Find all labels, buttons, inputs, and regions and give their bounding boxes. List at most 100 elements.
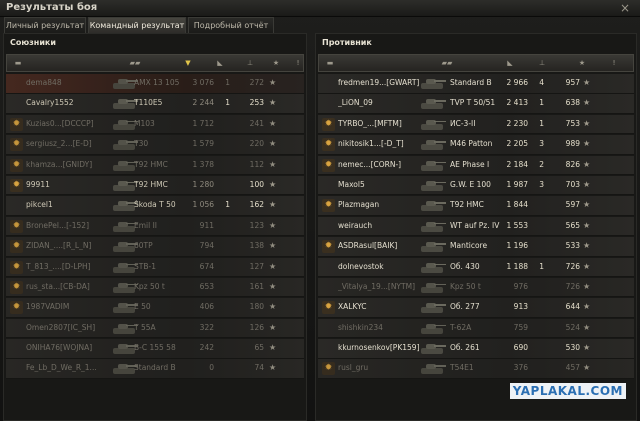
table-row[interactable]: kkurnosenkov[PK159] Об. 261 690 530 ★ (318, 339, 634, 359)
player-name[interactable]: _Vitalya_19...[NYTM] (338, 282, 430, 291)
table-row[interactable]: ✹ ZIDAN_....[R_L_N] 60TP 794 138 ★ (6, 237, 304, 257)
table-row[interactable]: ✹ Plazmagan T92 HMC 1 844 597 ★ (318, 196, 634, 216)
damage-icon[interactable]: ◣ (215, 59, 225, 68)
xp-star-icon: ★ (583, 179, 591, 189)
sort-arrow-icon[interactable]: ▼ (183, 59, 193, 68)
player-name[interactable]: rusl_gru (338, 363, 430, 372)
table-row[interactable]: ✹ rus_sta...[CB-DA] Kpz 50 t 653 161 ★ (6, 277, 304, 298)
vehicle-column-icon[interactable]: ▰▰ (434, 59, 460, 68)
player-name[interactable]: _LiON_09 (338, 98, 430, 107)
player-name[interactable]: Plazmagan (338, 200, 430, 209)
table-row[interactable]: ✹ 1987VADIM E 50 406 180 ★ (6, 298, 304, 318)
xp-value: 272 (249, 78, 264, 87)
medal-icon: ✹ (10, 280, 23, 294)
player-name[interactable]: kkurnosenkov[PK159] (338, 343, 430, 352)
table-row[interactable]: fredmen19...[GWART] Standard B2 966 4 957 ★ (318, 74, 634, 94)
damage-value: 1 553 (506, 220, 528, 230)
damage-value: 1 579 (192, 139, 214, 149)
table-row[interactable]: Fe_Lb_D_We_R_1... Standard B 0 74 ★ (6, 359, 304, 379)
player-name[interactable]: ZIDAN_....[R_L_N] (26, 241, 118, 250)
table-row[interactable]: Maxol5 G.W. E 100 1 987 3 703 ★ (318, 175, 634, 196)
player-name[interactable]: rus_sta...[CB-DA] (26, 282, 118, 291)
player-name[interactable]: shishkin234 (338, 323, 430, 332)
table-row[interactable]: ✹ khamza...[GNIDY] T92 HMC 1 378 112 ★ (6, 155, 304, 176)
vehicle-column-icon[interactable]: ▰▰ (122, 59, 148, 68)
player-name[interactable]: ONIHA76[WOJNA] (26, 343, 118, 352)
table-row[interactable]: ✹ Kuzias0...[DCCCP] M103 1 712 241 ★ (6, 114, 304, 135)
player-name[interactable]: 99911 (26, 180, 118, 189)
table-row[interactable]: ✹ TYRBO_...[MFTM] ИС-3-II 2 230 1 753 ★ (318, 114, 634, 135)
table-row[interactable]: Cavalry1552 T110E5 2 244 1 253 ★ (6, 94, 304, 114)
xp-star-icon: ★ (583, 118, 591, 128)
xp-star-icon: ★ (269, 78, 277, 87)
medal-icon: ✹ (10, 219, 23, 233)
table-row[interactable]: dolnevostok Об. 430 1 188 1 726 ★ (318, 257, 634, 278)
player-name[interactable]: fredmen19...[GWART] (338, 78, 430, 87)
player-name[interactable]: XALKYC (338, 302, 430, 311)
damage-icon[interactable]: ◣ (505, 59, 515, 68)
player-name[interactable]: 1987VADIM (26, 302, 118, 311)
xp-star-icon: ★ (583, 139, 591, 149)
damage-value: 976 (513, 281, 528, 291)
table-row[interactable]: ✹ nemec...[CORN-] AE Phase I2 184 2 826 ★ (318, 155, 634, 176)
player-name[interactable]: pikcel1 (26, 200, 118, 209)
platoon-icon[interactable]: ▬ (13, 59, 23, 68)
damage-value: 1 712 (192, 118, 214, 128)
table-row[interactable]: ✹ XALKYC Об. 277 913 644 ★ (318, 298, 634, 318)
player-name[interactable]: sergiusz_2...[E-D] (26, 139, 118, 148)
table-row[interactable]: ✹ ASDRasul[BAIK] Manticore 1 196 533 ★ (318, 237, 634, 257)
damage-value: 2 966 (506, 78, 528, 87)
player-name[interactable]: Cavalry1552 (26, 98, 118, 107)
xp-icon[interactable]: ★ (577, 59, 587, 68)
player-name[interactable]: T_813_....[D-LPH] (26, 262, 118, 271)
player-name[interactable]: dolnevostok (338, 262, 430, 271)
table-row[interactable]: ✹ rusl_gru T54E1 376 457 ★ (318, 359, 634, 379)
player-name[interactable]: TYRBO_...[MFTM] (338, 119, 430, 128)
damage-value: 674 (199, 261, 214, 271)
vehicle-name: AMX 13 105 (134, 78, 180, 87)
table-row[interactable]: ✹ T_813_....[D-LPH] STB-1 674 127 ★ (6, 257, 304, 278)
table-row[interactable]: _LiON_09 TVP T 50/51 2 413 1 638 ★ (318, 94, 634, 114)
table-row[interactable]: ✹ sergiusz_2...[E-D] T30 1 579 220 ★ (6, 135, 304, 155)
xp-icon[interactable]: ★ (271, 59, 281, 68)
info-icon[interactable]: ! (293, 59, 303, 68)
player-name[interactable]: Kuzias0...[DCCCP] (26, 119, 118, 128)
player-name[interactable]: khamza...[GNIDY] (26, 160, 118, 169)
damage-value: 322 (199, 322, 214, 332)
kills-value: 1 (225, 200, 230, 210)
table-row[interactable]: _Vitalya_19...[NYTM] Kpz 50 t 976 726 ★ (318, 277, 634, 298)
player-name[interactable]: Omen2807[IC_SH] (26, 323, 118, 332)
xp-star-icon: ★ (583, 220, 591, 230)
xp-star-icon: ★ (269, 343, 277, 353)
table-row[interactable]: dema848 AMX 13 105 3 076 1 272 ★ (6, 74, 304, 94)
xp-star-icon: ★ (269, 98, 277, 108)
kills-icon[interactable]: ⊥ (537, 59, 547, 68)
table-row[interactable]: shishkin234 T-62A 759 524 ★ (318, 318, 634, 339)
info-icon[interactable]: ! (609, 59, 619, 68)
table-row[interactable]: pikcel1 Škoda T 50 1 056 1 162 ★ (6, 196, 304, 216)
player-name[interactable]: Fe_Lb_D_We_R_1... (26, 363, 118, 372)
player-name[interactable]: weirauch (338, 221, 430, 230)
player-name[interactable]: BronePel...[-152] (26, 221, 118, 230)
table-row[interactable]: ✹ nikitosik1...[-D_T] M46 Patton 2 205 3 989 ★ (318, 135, 634, 155)
player-name[interactable]: ASDRasul[BAIK] (338, 241, 430, 250)
medal-icon: ✹ (10, 138, 23, 152)
tab-personal-result[interactable]: Личный результат (4, 17, 86, 33)
close-icon[interactable]: × (618, 1, 632, 15)
kills-icon[interactable]: ⊥ (245, 59, 255, 68)
xp-star-icon: ★ (269, 302, 277, 312)
damage-value: 2 413 (506, 98, 528, 108)
player-name[interactable]: dema848 (26, 78, 118, 87)
player-name[interactable]: nemec...[CORN-] (338, 160, 430, 169)
table-row[interactable]: weirauch WT auf Pz. IV 1 553 565 ★ (318, 216, 634, 237)
player-name[interactable]: nikitosik1...[-D_T] (338, 139, 430, 148)
tab-team-result[interactable]: Командный результат (88, 17, 186, 33)
table-row[interactable]: ✹ BronePel...[-152] Emil II 911 123 ★ (6, 216, 304, 237)
tab-detailed-report[interactable]: Подробный отчёт (188, 17, 274, 33)
table-row[interactable]: ONIHA76[WOJNA] B-C 155 58 242 65 ★ (6, 339, 304, 359)
table-row[interactable]: ✹ 99911 T92 HMC 1 280 100 ★ (6, 175, 304, 196)
damage-value: 913 (513, 302, 528, 312)
player-name[interactable]: Maxol5 (338, 180, 430, 189)
platoon-icon[interactable]: ▬ (325, 59, 335, 68)
table-row[interactable]: Omen2807[IC_SH] T 55A 322 126 ★ (6, 318, 304, 339)
